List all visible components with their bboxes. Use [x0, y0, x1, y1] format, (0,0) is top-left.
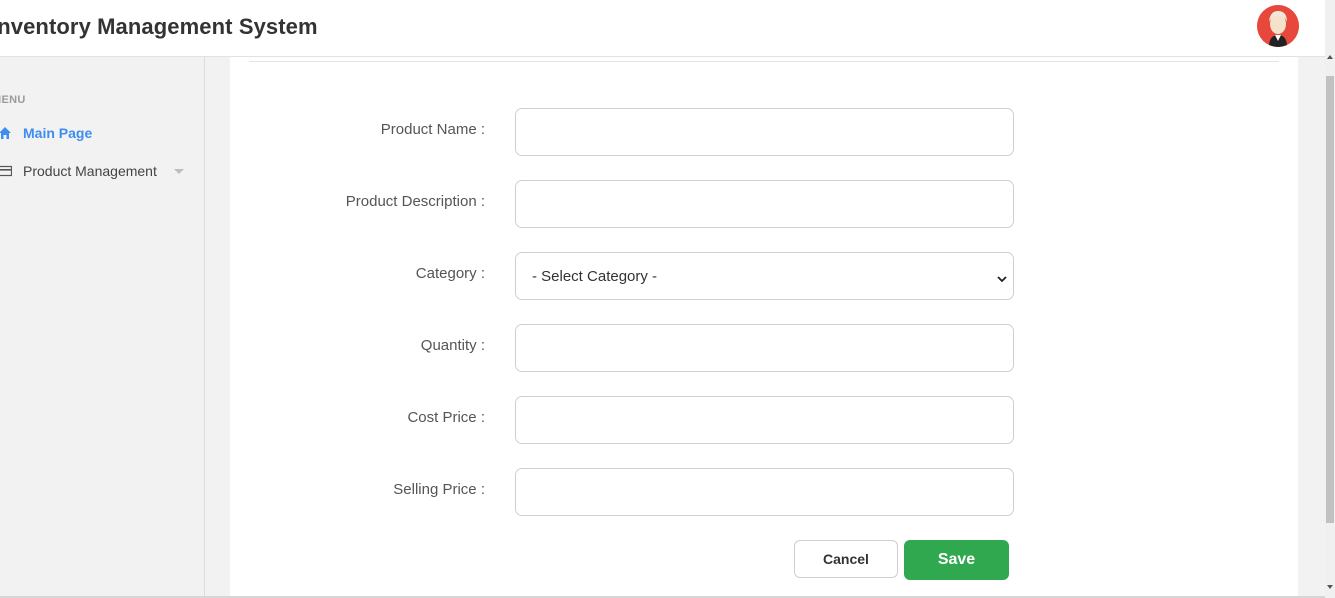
sidebar-item-product-management[interactable]: Product Management	[0, 159, 190, 183]
sidebar: MENU Main Page Product Management	[0, 57, 205, 598]
cost-price-row: Cost Price :	[230, 396, 1298, 444]
save-button[interactable]: Save	[904, 540, 1009, 580]
selling-price-input[interactable]	[516, 469, 1013, 515]
product-name-row: Product Name :	[230, 108, 1298, 156]
selling-price-field-wrapper	[515, 468, 1014, 516]
sidebar-item-label: Main Page	[23, 125, 93, 141]
product-description-label: Product Description :	[345, 193, 485, 210]
category-row: Category : - Select Category -	[230, 252, 1298, 300]
cost-price-field-wrapper	[515, 396, 1014, 444]
sidebar-menu-header: MENU	[0, 94, 26, 106]
quantity-field-wrapper	[515, 324, 1014, 372]
top-bar: Inventory Management System	[0, 0, 1325, 57]
vertical-scrollbar[interactable]	[1325, 0, 1335, 598]
card-icon	[0, 164, 13, 178]
app-title: Inventory Management System	[0, 14, 318, 39]
category-select[interactable]: - Select Category -	[515, 252, 1014, 300]
scroll-down-arrow-icon[interactable]	[1327, 585, 1333, 589]
chevron-down-icon	[997, 271, 1007, 283]
scroll-up-arrow-icon[interactable]	[1327, 55, 1333, 59]
product-description-row: Product Description :	[230, 180, 1298, 228]
home-icon	[0, 126, 12, 140]
product-name-field-wrapper	[515, 108, 1014, 156]
category-selected-value: - Select Category -	[532, 268, 658, 285]
user-avatar-icon[interactable]	[1257, 5, 1299, 47]
form-card: Product Name : Product Description : Cat…	[230, 57, 1298, 598]
cancel-button[interactable]: Cancel	[794, 540, 898, 578]
product-name-input[interactable]	[516, 109, 1013, 155]
sidebar-item-label: Product Management	[23, 163, 157, 179]
product-name-label: Product Name :	[380, 121, 485, 138]
product-description-field-wrapper	[515, 180, 1014, 228]
quantity-row: Quantity :	[230, 324, 1298, 372]
category-label: Category :	[415, 265, 485, 282]
product-description-input[interactable]	[516, 181, 1013, 227]
cost-price-input[interactable]	[516, 397, 1013, 443]
divider	[249, 61, 1279, 62]
selling-price-label: Selling Price :	[393, 481, 485, 498]
main-content: Product Name : Product Description : Cat…	[205, 57, 1325, 598]
quantity-label: Quantity :	[420, 337, 485, 354]
quantity-input[interactable]	[516, 325, 1013, 371]
cost-price-label: Cost Price :	[407, 409, 485, 426]
scrollbar-thumb[interactable]	[1326, 76, 1334, 523]
selling-price-row: Selling Price :	[230, 468, 1298, 516]
chevron-down-icon	[174, 169, 184, 174]
